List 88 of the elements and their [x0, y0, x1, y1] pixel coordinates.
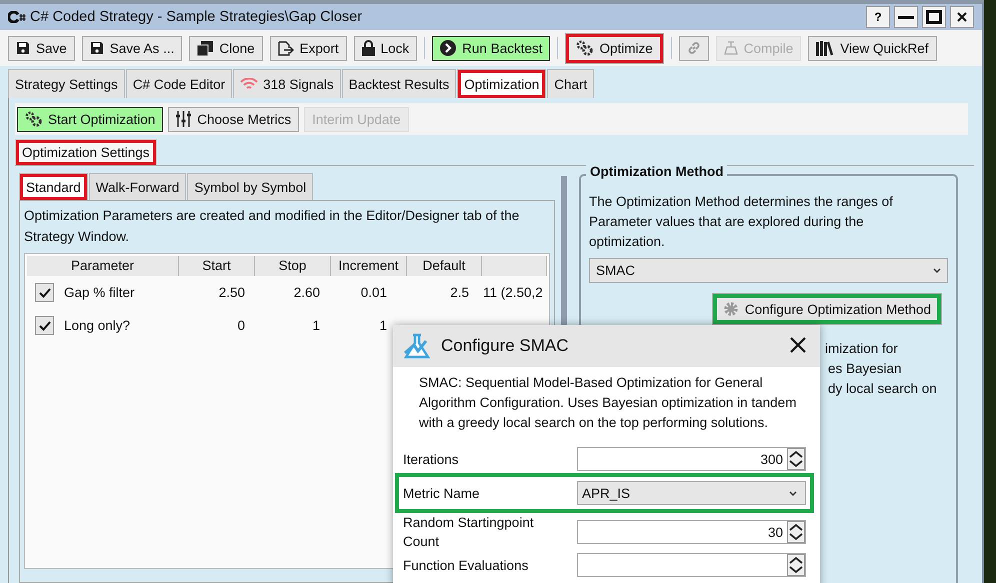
minimize-icon — [898, 16, 914, 18]
table-cell: 2.60 — [294, 285, 320, 300]
tab[interactable]: Backtest Results — [342, 69, 456, 98]
check-icon — [38, 320, 50, 330]
toolbar-button[interactable]: Choose Metrics — [168, 106, 300, 132]
maximize-button[interactable] — [922, 6, 946, 28]
toolbar-button[interactable]: Export — [270, 36, 347, 60]
table-cell: Gap % filter — [64, 285, 135, 300]
tab[interactable]: C# Code Editor — [126, 69, 232, 98]
spinner-arrows-icon[interactable] — [787, 521, 805, 543]
tab[interactable]: Strategy Settings — [8, 69, 125, 98]
column-header[interactable]: Stop — [255, 256, 331, 276]
method-dropdown[interactable]: SMAC — [589, 258, 948, 283]
tab[interactable]: Optimization — [457, 69, 546, 98]
books-icon — [816, 40, 834, 56]
description-text: SMAC: Sequential Model-Based Optimization for General Algorithm Configuration. Uses Bayesian optimization in tandem with a greedy local search on the top performing solutions. — [419, 374, 798, 432]
toolbar-button[interactable]: Clone — [189, 36, 263, 60]
gears-icon — [25, 111, 42, 127]
checkbox[interactable] — [35, 283, 54, 302]
field-label: Metric Name — [403, 484, 481, 502]
minimize-button[interactable] — [894, 6, 918, 28]
toolbar-button[interactable]: Run Backtest — [432, 36, 550, 60]
table-cell: 1 — [379, 318, 387, 333]
play-icon — [440, 40, 456, 56]
lock-icon — [362, 40, 375, 56]
description-text: Optimization Parameters are created and modified in the Editor/Designer tab of the Strategy Window. — [24, 207, 520, 246]
group-title: Optimization Method — [586, 164, 728, 179]
table-cell: 2.5 — [450, 285, 469, 300]
table-cell: Long only? — [64, 318, 130, 333]
copy-icon — [197, 40, 214, 56]
csharp-icon — [8, 11, 26, 23]
table-cell: 0 — [237, 318, 245, 333]
help-button[interactable]: ? — [866, 6, 890, 28]
compile-icon — [724, 41, 738, 55]
column-header[interactable]: Default — [407, 256, 482, 276]
table-cell: 11 (2.50,2 — [483, 285, 543, 300]
spinner-arrows-icon[interactable] — [787, 448, 805, 470]
toolbar-button[interactable]: Save As ... — [82, 36, 182, 60]
tab[interactable]: 318 Signals — [233, 69, 341, 98]
column-header[interactable]: Increment — [331, 256, 407, 276]
gear-icon — [722, 301, 739, 317]
tab[interactable]: Walk-Forward — [88, 173, 186, 200]
tab[interactable]: Standard — [19, 173, 88, 200]
toolbar-button[interactable]: Optimize — [565, 32, 664, 64]
close-button[interactable] — [950, 6, 974, 28]
text-fragment: es Bayesian — [827, 360, 903, 378]
window-title: C# Coded Strategy - Sample Strategies\Gap Closer — [30, 9, 362, 25]
save-icon — [16, 41, 30, 55]
table-cell: 0.01 — [360, 285, 387, 300]
spinner-arrows-icon[interactable] — [787, 554, 805, 576]
field-label: Iterations — [403, 450, 460, 468]
export-icon — [278, 40, 294, 56]
signal-icon — [240, 78, 258, 90]
text-fragment: dy local search on — [827, 380, 938, 398]
link-icon — [686, 41, 701, 55]
chevron-icon — [933, 268, 941, 273]
chevron-icon — [789, 490, 797, 496]
toolbar-button[interactable]: View QuickRef — [808, 36, 937, 60]
check-icon — [38, 288, 50, 298]
number-field[interactable] — [577, 553, 806, 577]
tab[interactable]: Chart — [547, 69, 594, 98]
toolbar-button[interactable]: Save — [8, 36, 75, 60]
gears-icon — [576, 40, 594, 56]
tab[interactable]: Symbol by Symbol — [187, 173, 314, 200]
table-cell: 2.50 — [218, 285, 245, 300]
close-icon — [957, 12, 967, 22]
field-label: Random Startingpoint Count — [403, 514, 535, 551]
text-fragment: imization for — [825, 340, 899, 358]
toolbar-button[interactable]: Start Optimization — [17, 106, 164, 132]
maximize-icon — [926, 10, 942, 24]
metric-dropdown[interactable]: APR_IS — [577, 481, 806, 505]
sliders-icon — [176, 111, 192, 127]
save-icon — [90, 41, 104, 55]
link-button[interactable] — [678, 36, 709, 60]
toolbar-button[interactable]: Lock — [354, 36, 418, 60]
number-field[interactable]: 30 — [577, 520, 806, 544]
number-field[interactable]: 300 — [577, 447, 806, 471]
column-header[interactable]: Start — [179, 256, 255, 276]
close-icon — [790, 336, 806, 352]
field-label: Function Evaluations — [403, 556, 530, 574]
description-text: The Optimization Method determines the ranges of Parameter values that are explored during the optimization. — [589, 193, 894, 251]
flask-icon — [403, 333, 433, 359]
dialog-title: Configure SMAC — [441, 336, 569, 356]
table-cell: 1 — [312, 318, 320, 333]
tab[interactable]: Optimization Settings — [15, 139, 157, 165]
checkbox[interactable] — [35, 316, 54, 335]
configure-button[interactable]: Configure Optimization Method — [712, 293, 942, 325]
column-header[interactable]: Parameter — [27, 256, 179, 276]
